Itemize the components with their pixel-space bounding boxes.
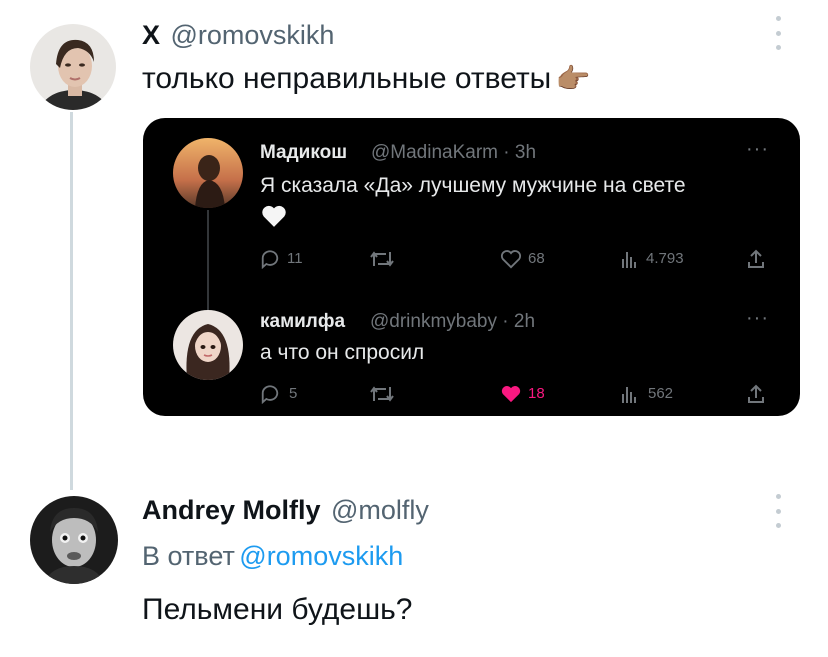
author-avatar[interactable] bbox=[30, 24, 116, 110]
replying-to-label: В ответ bbox=[142, 541, 235, 571]
madikosh-avatar bbox=[173, 138, 243, 208]
tweet2-handle-time[interactable]: @drinkmybaby · 2h bbox=[370, 311, 535, 333]
replying-to-line: В ответ @romovskikh bbox=[142, 541, 403, 572]
kamilfa-avatar bbox=[173, 310, 243, 380]
tweet2-view-count: 562 bbox=[648, 385, 674, 402]
white-heart-emoji bbox=[261, 204, 287, 233]
tweet1-view-count: 4.793 bbox=[646, 250, 684, 267]
thread-connector-line bbox=[70, 112, 73, 490]
liked-heart-icon[interactable] bbox=[500, 384, 522, 404]
tweet2-more-icon[interactable]: ··· bbox=[746, 307, 769, 330]
tweet-header: X @romovskikh bbox=[142, 20, 334, 51]
tweet1-handle-time[interactable]: @MadinaKarm · 3h bbox=[371, 142, 536, 164]
card-thread-line bbox=[207, 210, 209, 318]
share-icon[interactable] bbox=[746, 248, 766, 270]
views-icon[interactable] bbox=[621, 384, 637, 404]
retweet-icon[interactable] bbox=[369, 249, 395, 269]
share-icon[interactable] bbox=[746, 383, 766, 405]
tweet1-reply-count: 11 bbox=[287, 250, 303, 267]
tweet1-like-count: 68 bbox=[528, 250, 545, 267]
tweet2-name[interactable]: камилфа bbox=[260, 311, 345, 333]
tweet2-like-count: 18 bbox=[528, 385, 545, 402]
tweet1-more-icon[interactable]: ··· bbox=[746, 138, 769, 161]
reply-more-options-icon[interactable] bbox=[775, 494, 781, 528]
reply-author-avatar[interactable] bbox=[30, 496, 118, 584]
reply-icon[interactable] bbox=[259, 249, 281, 269]
reply-text: Пельмени будешь? bbox=[142, 593, 413, 626]
like-icon[interactable] bbox=[500, 249, 522, 269]
tweet-text: только неправильные ответы 👉🏽 bbox=[142, 62, 591, 96]
retweet-icon[interactable] bbox=[369, 384, 395, 404]
reply-icon[interactable] bbox=[259, 384, 281, 404]
tweet1-name[interactable]: Мадикош bbox=[260, 142, 347, 164]
more-options-icon[interactable] bbox=[775, 16, 781, 50]
author-handle[interactable]: @romovskikh bbox=[170, 20, 334, 50]
reply-author-name[interactable]: Andrey Molfly bbox=[142, 495, 321, 525]
reply-author-handle[interactable]: @molfly bbox=[331, 495, 429, 525]
replying-to-handle-link[interactable]: @romovskikh bbox=[239, 541, 403, 571]
tweet-text-body: только неправильные ответы bbox=[142, 62, 552, 95]
reply-header: Andrey Molfly @molfly bbox=[142, 495, 429, 526]
embedded-screenshot-card[interactable]: Мадикош @MadinaKarm · 3h ··· Я сказала «… bbox=[143, 118, 800, 416]
author-name[interactable]: X bbox=[142, 20, 160, 50]
tweet1-text: Я сказала «Да» лучшему мужчине на свете bbox=[260, 174, 686, 197]
pointing-hand-emoji: 👉🏽 bbox=[555, 63, 591, 94]
views-icon[interactable] bbox=[621, 249, 637, 269]
tweet2-reply-count: 5 bbox=[289, 385, 298, 402]
tweet2-text: а что он спросил bbox=[260, 341, 425, 364]
